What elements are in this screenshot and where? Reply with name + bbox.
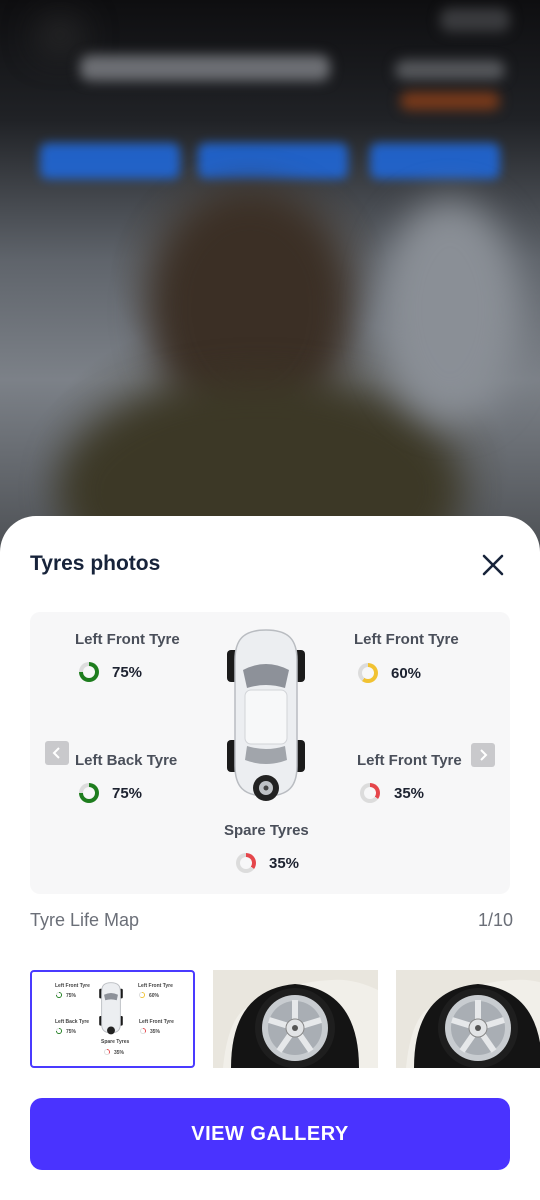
tyre-health-ring — [79, 662, 99, 682]
mini-label: Left Front Tyre — [55, 983, 90, 989]
mini-ring — [56, 992, 62, 998]
tyre-label-spare: Spare Tyres — [224, 822, 309, 839]
mini-ring — [56, 1028, 62, 1034]
wheel-photo — [396, 970, 540, 1068]
background-photo — [0, 0, 540, 560]
thumbnail-tyre-photo[interactable] — [396, 970, 540, 1068]
tyre-health-ring — [79, 783, 99, 803]
thumbnail-tyre-map[interactable]: Left Front Tyre 75% Left Front Tyre 60% … — [30, 970, 195, 1068]
tyre-percent: 60% — [391, 665, 422, 682]
mini-label: Spare Tyres — [101, 1039, 130, 1045]
tyre-label-left-back: Left Back Tyre — [75, 752, 178, 769]
tyre-percent: 75% — [112, 664, 143, 681]
mini-label: Left Back Tyre — [55, 1019, 90, 1025]
view-gallery-button[interactable]: VIEW GALLERY — [30, 1098, 510, 1170]
sheet-title: Tyres photos — [30, 552, 161, 575]
mini-percent: 75% — [66, 993, 77, 999]
mini-percent: 35% — [150, 1029, 161, 1035]
photo-counter: 1/10 — [478, 910, 514, 930]
mini-ring — [140, 1028, 146, 1034]
tyre-percent: 75% — [112, 785, 143, 802]
mini-percent: 60% — [149, 993, 160, 999]
tyre-health-ring — [360, 783, 380, 803]
chevron-right-icon[interactable] — [471, 743, 495, 767]
tyre-health-ring — [358, 663, 378, 683]
tyre-label-right-back: Left Front Tyre — [357, 752, 462, 769]
tyre-health-ring — [236, 853, 256, 873]
wheel-photo — [213, 970, 378, 1068]
mini-percent: 35% — [114, 1050, 125, 1056]
tyres-photos-sheet: Tyres photos Left Front Tyre 75% Left Fr… — [0, 516, 540, 1200]
car-top-view-icon — [227, 629, 305, 801]
thumbnail-tyre-photo[interactable] — [213, 970, 378, 1068]
mini-ring — [139, 992, 145, 998]
tyre-label-right-front: Left Front Tyre — [354, 631, 459, 648]
mini-label: Left Front Tyre — [138, 983, 173, 989]
car-top-view-icon — [99, 982, 123, 1035]
mini-percent: 75% — [66, 1029, 77, 1035]
tyre-life-map-label: Tyre Life Map — [30, 910, 140, 930]
close-icon[interactable] — [478, 550, 508, 580]
tyre-label-left-front: Left Front Tyre — [75, 631, 180, 648]
mini-label: Left Front Tyre — [139, 1019, 174, 1025]
tyre-percent: 35% — [394, 785, 425, 802]
tyre-percent: 35% — [269, 855, 300, 872]
mini-ring — [104, 1049, 110, 1055]
tyre-life-map-card: Left Front Tyre 75% Left Front Tyre 60% … — [30, 612, 510, 894]
chevron-left-icon[interactable] — [45, 741, 69, 765]
